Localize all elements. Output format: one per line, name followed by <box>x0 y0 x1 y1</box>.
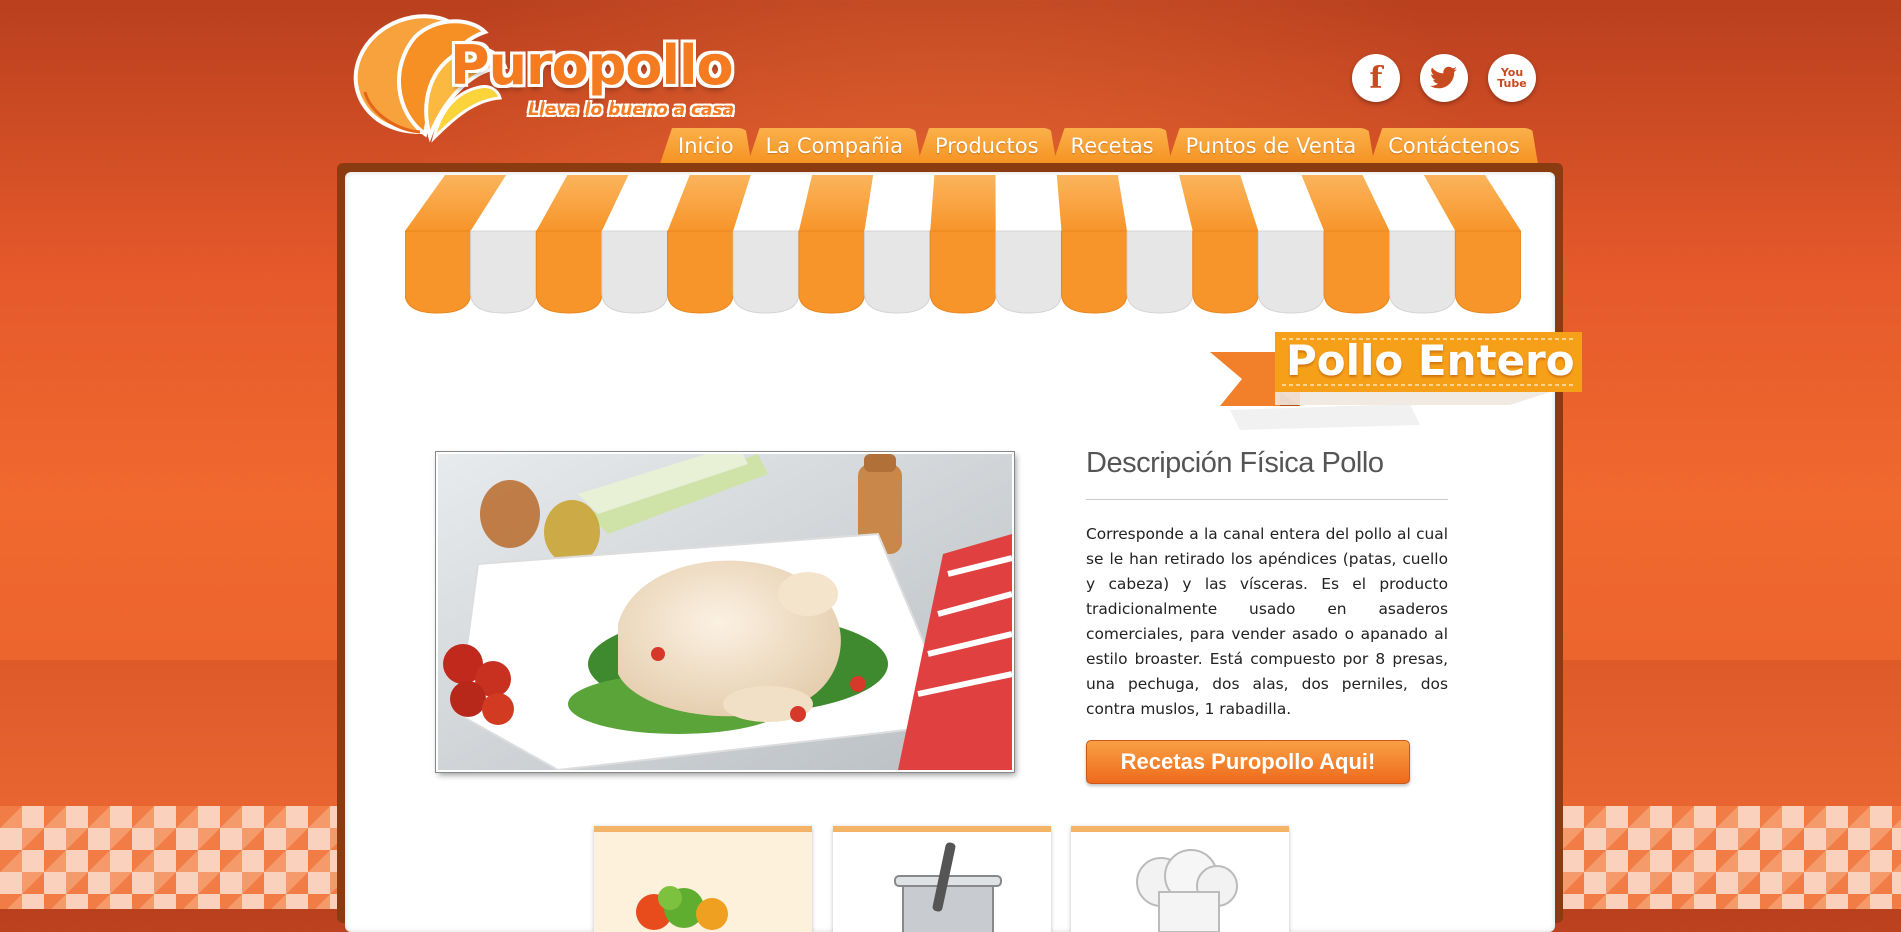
awning-stripe-top <box>1056 175 1128 231</box>
awning-stripe-flap <box>470 230 537 314</box>
awning-decoration <box>405 175 1521 314</box>
awning-stripe-flap <box>864 230 931 314</box>
vegetables-icon <box>636 886 728 930</box>
nav-item-contactenos[interactable]: Contáctenos <box>1370 128 1538 164</box>
card-cooking-pot[interactable] <box>833 826 1051 932</box>
twitter-icon[interactable] <box>1420 54 1468 102</box>
nav-item-inicio[interactable]: Inicio <box>660 128 752 164</box>
recipes-cta-button[interactable]: Recetas Puropollo Aqui! <box>1086 740 1410 784</box>
description-heading: Descripción Física Pollo <box>1086 447 1384 479</box>
card-vegetables[interactable] <box>594 826 812 932</box>
awning-stripe-flap <box>995 230 1062 314</box>
awning-stripe-flap <box>1389 230 1456 314</box>
youtube-icon[interactable]: You Tube <box>1488 54 1536 102</box>
awning-stripe-flap <box>798 230 866 314</box>
awning-stripe-flap <box>1323 230 1391 314</box>
awning-stripe-flap <box>405 230 472 314</box>
description-divider <box>1086 499 1448 500</box>
awning-stripe-flap <box>601 230 669 314</box>
awning-stripe-flap <box>1454 230 1521 314</box>
awning-stripe-flap <box>667 230 734 314</box>
description-text: Corresponde a la canal entera del pollo … <box>1086 525 1448 718</box>
nav-item-productos[interactable]: Productos <box>917 128 1057 164</box>
twitter-bird-glyph <box>1430 66 1457 89</box>
facebook-icon[interactable]: f <box>1352 54 1400 102</box>
awning-stripe-flap <box>1126 230 1194 314</box>
nav-item-la-compania[interactable]: La Compañia <box>748 128 921 164</box>
awning-stripe-flap <box>1192 230 1259 314</box>
nav-item-puntos-de-venta[interactable]: Puntos de Venta <box>1168 128 1375 164</box>
awning-stripe-flap <box>1060 230 1128 314</box>
awning-stripe-flap <box>535 230 603 314</box>
awning-stripe-flap <box>732 230 800 314</box>
awning-stripe-top <box>930 175 996 231</box>
awning-stripe-flap <box>929 230 997 314</box>
cooking-pot-icon <box>894 842 1002 932</box>
chicken-photo-illustration <box>438 454 1012 770</box>
logo-wordmark[interactable]: Puropollo <box>450 34 734 97</box>
nav-item-recetas[interactable]: Recetas <box>1053 128 1172 164</box>
main-nav: Inicio La Compañia Productos Recetas Pun… <box>660 128 1534 164</box>
awning-stripe-flap <box>1257 230 1325 314</box>
chef-hat-icon <box>1136 849 1238 932</box>
product-title: Pollo Entero <box>1286 336 1575 385</box>
card-chef-hat[interactable] <box>1071 826 1289 932</box>
awning-stripe-top <box>864 175 935 231</box>
logo-tagline: Lleva lo bueno a casa <box>528 100 735 120</box>
awning-stripe-top <box>995 175 1062 231</box>
product-photo <box>436 452 1014 772</box>
